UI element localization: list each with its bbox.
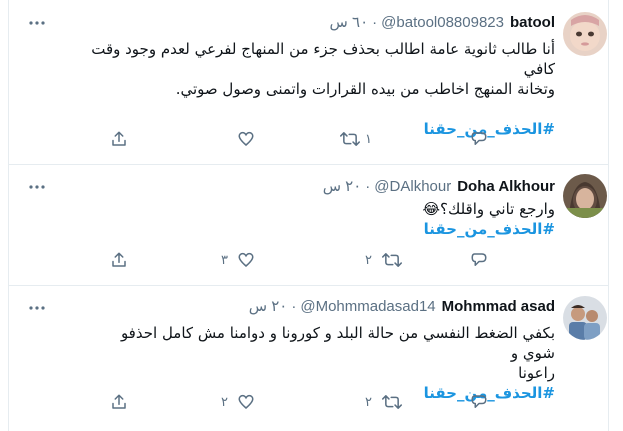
tweet-actions: ٢ ٢: [110, 392, 550, 412]
tweet-header: Doha Alkhour @DAlkhour · ٢٠ س: [323, 176, 555, 196]
more-options-icon[interactable]: [26, 178, 48, 196]
reply-button[interactable]: [470, 129, 488, 149]
reply-icon: [470, 130, 488, 148]
share-icon: [110, 393, 128, 411]
reply-icon: [470, 251, 488, 269]
tweet-header: Mohmmad asad @Mohmmadasad14 · ٢٠ س: [249, 296, 555, 316]
tweet-text: أنا طالب ثانوية عامة اطالب بحذف جزء من ا…: [85, 39, 555, 139]
retweet-icon: [382, 251, 402, 269]
share-button[interactable]: [110, 392, 128, 412]
tweet-text-line: أنا طالب ثانوية عامة اطالب بحذف جزء من ا…: [91, 40, 555, 78]
tweet-actions: ١: [110, 129, 550, 149]
reply-button[interactable]: [470, 250, 488, 270]
tweet-text: بكفي الضغط النفسي من حالة البلد و كورونا…: [85, 323, 555, 403]
user-handle[interactable]: @DAlkhour: [374, 178, 451, 195]
timestamp[interactable]: ٦٠ س: [330, 13, 369, 31]
retweet-button[interactable]: [382, 392, 402, 412]
like-icon: [237, 251, 255, 269]
like-button[interactable]: [237, 392, 255, 412]
retweet-button[interactable]: [340, 129, 360, 149]
timestamp[interactable]: ٢٠ س: [249, 297, 288, 315]
hashtag-link[interactable]: #الحذف_من_حقنا: [85, 219, 555, 239]
display-name[interactable]: Doha Alkhour: [457, 178, 555, 195]
divider: [8, 285, 609, 286]
like-icon: [237, 130, 255, 148]
like-count: ٢: [221, 394, 228, 409]
like-button[interactable]: [237, 250, 255, 270]
timestamp[interactable]: ٢٠ س: [323, 177, 362, 195]
more-options-icon[interactable]: [26, 14, 48, 32]
share-button[interactable]: [110, 129, 128, 149]
display-name[interactable]: batool: [510, 14, 555, 31]
separator-dot: ·: [365, 177, 371, 195]
share-button[interactable]: [110, 250, 128, 270]
tweet-text-line: بكفي الضغط النفسي من حالة البلد و كورونا…: [120, 324, 555, 362]
retweet-icon: [382, 393, 402, 411]
tweet-text: وارجع تاني واقلك؟😂 #الحذف_من_حقنا: [85, 199, 555, 239]
avatar[interactable]: [563, 296, 607, 340]
like-count: ٣: [221, 252, 228, 267]
retweet-button[interactable]: [382, 250, 402, 270]
retweet-count: ١: [365, 131, 372, 146]
tweet-header: batool @batool08809823 · ٦٠ س: [330, 12, 555, 32]
divider: [8, 164, 609, 165]
display-name[interactable]: Mohmmad asad: [442, 298, 555, 315]
user-handle[interactable]: @batool08809823: [381, 14, 504, 31]
tweet-text-line: وتخانة المنهج اخاطب من بيده القرارات وات…: [175, 80, 555, 98]
retweet-icon: [340, 130, 360, 148]
avatar[interactable]: [563, 174, 607, 218]
user-handle[interactable]: @Mohmmadasad14: [300, 298, 435, 315]
more-options-icon[interactable]: [26, 299, 48, 317]
retweet-count: ٢: [365, 252, 372, 267]
separator-dot: ·: [291, 297, 297, 315]
share-icon: [110, 130, 128, 148]
reply-icon: [470, 393, 488, 411]
tweet-actions: ٣ ٢: [110, 250, 550, 270]
tweet-text-line: وارجع تاني واقلك؟😂: [422, 200, 555, 218]
reply-button[interactable]: [470, 392, 488, 412]
share-icon: [110, 251, 128, 269]
avatar[interactable]: [563, 12, 607, 56]
like-icon: [237, 393, 255, 411]
separator-dot: ·: [372, 13, 378, 31]
tweet-text-line: راعونا: [518, 364, 555, 382]
retweet-count: ٢: [365, 394, 372, 409]
like-button[interactable]: [237, 129, 261, 149]
